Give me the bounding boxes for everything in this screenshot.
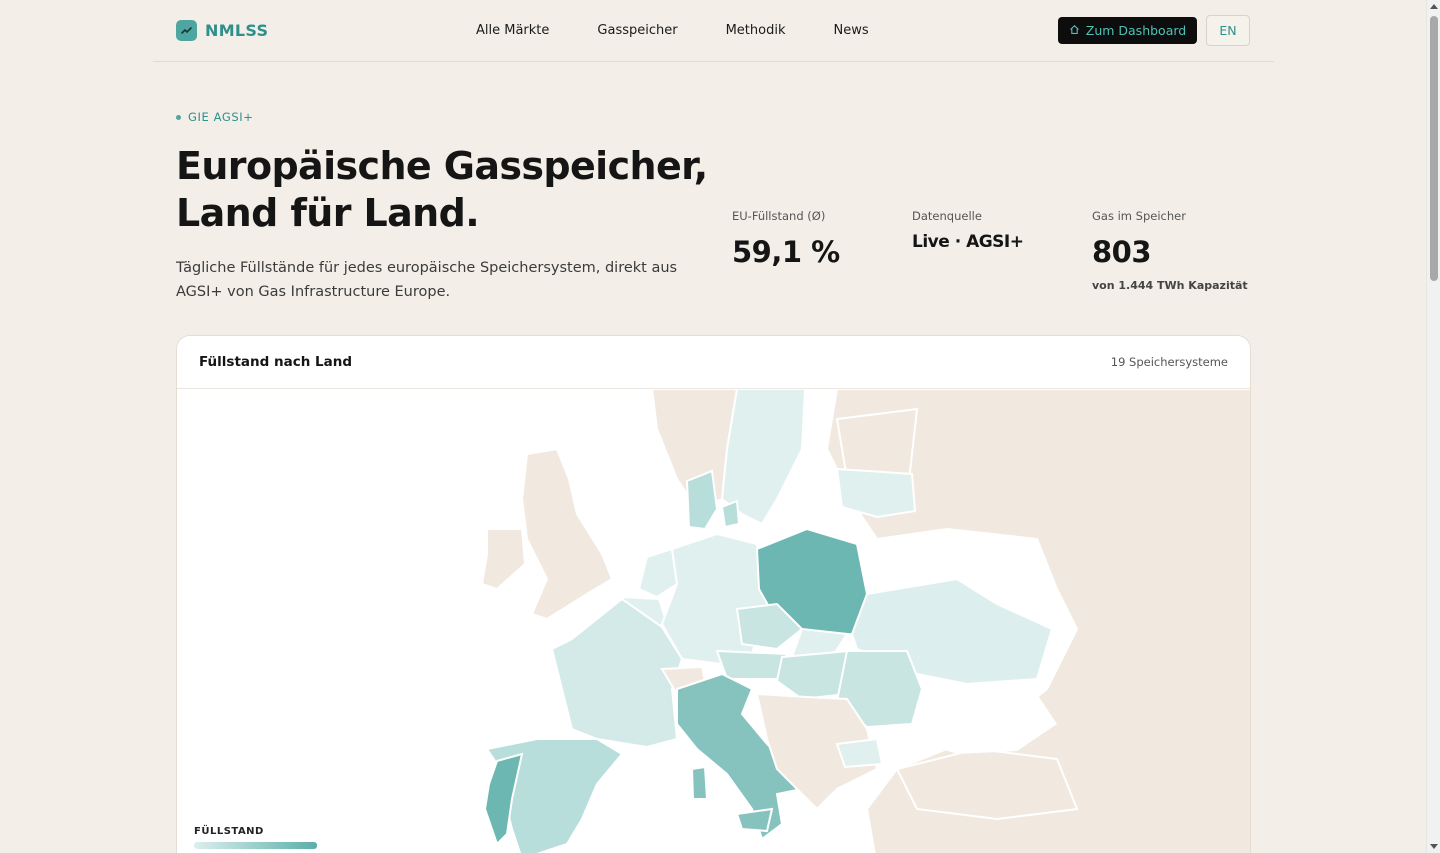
nav-item-news[interactable]: News [834, 23, 869, 38]
nav-item-alle-maerkte[interactable]: Alle Märkte [476, 23, 549, 38]
country-latvia [835, 467, 917, 519]
country-sicily [735, 807, 774, 833]
kicker-text: GIE AGSI+ [188, 110, 254, 124]
brand-name: NMLSS [205, 21, 269, 40]
stat-sub: von 1.444 TWh Kapazität [1092, 279, 1248, 292]
stat-value: 59,1 % [732, 235, 840, 269]
dashboard-button[interactable]: Zum Dashboard [1058, 17, 1197, 44]
vertical-scrollbar[interactable] [1426, 0, 1440, 853]
country-austria [715, 649, 789, 680]
map-card-header: Füllstand nach Land 19 Speichersysteme [177, 336, 1250, 389]
language-toggle[interactable]: EN [1206, 15, 1250, 46]
legend-gradient [194, 842, 317, 849]
main-nav: Alle Märkte Gasspeicher Methodik News [476, 23, 869, 38]
map-card-title: Füllstand nach Land [199, 354, 353, 370]
map-legend: FÜLLSTAND [194, 826, 317, 849]
country-sardinia [690, 765, 709, 800]
stat-eu-fill: EU-Füllstand (Ø) 59,1 % [732, 209, 840, 269]
country-bulgaria [835, 737, 884, 769]
source-kicker: GIE AGSI+ [176, 110, 254, 124]
scroll-thumb[interactable] [1430, 16, 1438, 281]
title-line-1: Europäische Gasspeicher, [176, 144, 708, 188]
stat-label: Datenquelle [912, 209, 982, 223]
page: NMLSS Alle Märkte Gasspeicher Methodik N… [0, 0, 1426, 853]
brand[interactable]: NMLSS [176, 20, 268, 41]
home-icon [1069, 23, 1080, 38]
chart-trend-icon [176, 20, 197, 41]
stat-gas-stored: Gas im Speicher 803 von 1.444 TWh Kapazi… [1092, 209, 1248, 292]
title-line-2: Land für Land. [176, 191, 480, 235]
stat-value: 803 [1092, 235, 1152, 269]
stat-label: Gas im Speicher [1092, 209, 1186, 223]
page-lede: Tägliche Füllstände für jedes europäisch… [176, 260, 678, 300]
map-card-count: 19 Speichersysteme [1110, 355, 1228, 369]
nav-item-gasspeicher[interactable]: Gasspeicher [597, 23, 677, 38]
scroll-up-arrow-icon[interactable] [1430, 4, 1438, 9]
dot-icon [176, 114, 181, 120]
top-header: NMLSS Alle Märkte Gasspeicher Methodik N… [153, 0, 1274, 62]
page-title: Europäische Gasspeicher, Land für Land. [176, 143, 736, 237]
stat-data-source: Datenquelle Live · AGSI+ [912, 209, 1024, 252]
europe-fill-map[interactable] [177, 389, 1251, 853]
stat-label: EU-Füllstand (Ø) [732, 209, 826, 223]
legend-title: FÜLLSTAND [194, 826, 264, 837]
stat-value: Live · AGSI+ [912, 232, 1024, 252]
nav-item-methodik[interactable]: Methodik [726, 23, 786, 38]
scroll-down-arrow-icon[interactable] [1430, 844, 1438, 849]
map-card: Füllstand nach Land 19 Speichersysteme F… [176, 335, 1251, 853]
dashboard-button-label: Zum Dashboard [1085, 23, 1187, 38]
